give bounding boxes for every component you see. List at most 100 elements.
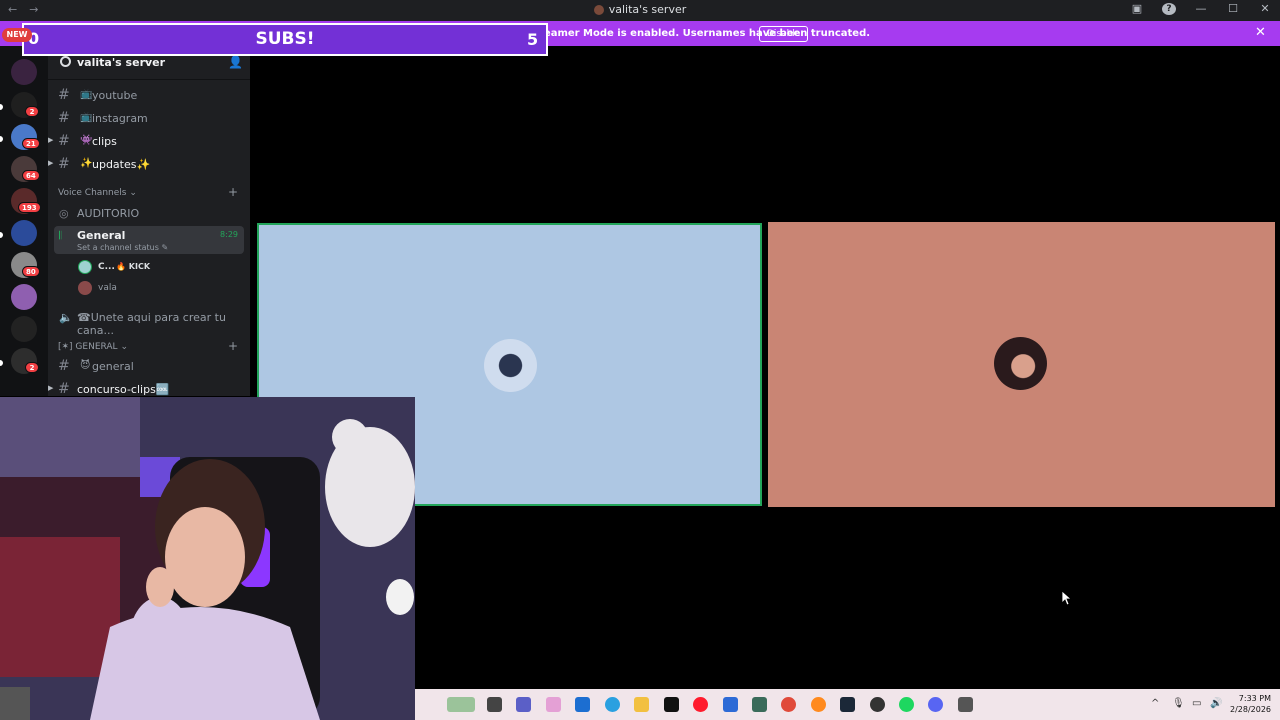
voice-channel-auditorio[interactable]: ◎ AUDITORIO <box>54 204 244 224</box>
file-icon[interactable] <box>487 697 502 712</box>
folder-icon[interactable] <box>634 697 649 712</box>
help-icon[interactable]: ? <box>1162 2 1176 15</box>
window-controls: ▣ ? — ☐ ✕ <box>1130 2 1272 15</box>
invite-people-icon[interactable]: 👤 <box>228 55 243 69</box>
voice-channel-create[interactable]: 🔈 ☎Unete aqui para crear tu cana... <box>54 308 244 337</box>
hash-icon: # <box>58 381 70 396</box>
server-badge: 21 <box>22 138 40 149</box>
clock[interactable]: 7:33 PM 2/28/2026 <box>1230 693 1271 715</box>
server-icon[interactable] <box>11 316 37 342</box>
edge-icon[interactable] <box>605 697 620 712</box>
server-avatar-icon <box>593 4 604 15</box>
banner-close-icon[interactable]: ✕ <box>1255 25 1266 40</box>
channel-general[interactable]: # 😈 general <box>52 356 244 376</box>
channel-instagram[interactable]: # 📺 instagram <box>52 108 244 128</box>
channel-label: instagram <box>92 112 148 125</box>
chevron-down-icon: ⌄ <box>120 342 128 352</box>
inbox-icon[interactable]: ▣ <box>1130 2 1144 15</box>
server-badge: 2 <box>25 362 39 373</box>
webcam-image <box>0 397 415 720</box>
webcam-feed <box>0 397 415 720</box>
user-tag-text: KICK <box>128 262 151 271</box>
tray-overflow-icon[interactable]: ^ <box>1151 698 1159 709</box>
window-title-text: valita's server <box>608 3 687 16</box>
voice-channel-label: AUDITORIO <box>77 207 140 220</box>
speaker-icon: 🔈 <box>59 311 73 324</box>
pencil-icon: ✎ <box>161 243 169 252</box>
disable-button[interactable]: Disable <box>759 26 809 42</box>
close-button[interactable]: ✕ <box>1258 2 1272 15</box>
microphone-icon[interactable]: 🎙 <box>1172 698 1185 709</box>
server-icon[interactable] <box>11 220 37 246</box>
opera-icon[interactable] <box>693 697 708 712</box>
voice-timer: 8:29 <box>220 230 238 239</box>
expand-arrow-icon[interactable]: ▶ <box>48 159 53 167</box>
server-badge: 193 <box>18 202 41 213</box>
new-badge: NEW <box>2 28 32 42</box>
channel-label: youtube <box>92 89 138 102</box>
server-name: valita's server <box>77 56 166 69</box>
banner-text: Streamer Mode is enabled. Usernames have… <box>527 28 871 39</box>
clock-time: 7:33 PM <box>1238 694 1272 703</box>
hash-icon: # <box>58 133 70 149</box>
store-icon[interactable] <box>575 697 590 712</box>
video-tile[interactable] <box>768 222 1275 507</box>
unread-pill <box>0 232 3 238</box>
expand-arrow-icon[interactable]: ▶ <box>48 136 53 144</box>
copilot-icon[interactable] <box>546 697 561 712</box>
channel-clips[interactable]: ▶ # 👾 clips <box>48 131 244 151</box>
channel-label: clips <box>92 135 117 148</box>
channel-status-prompt[interactable]: Set a channel status ✎ <box>77 243 168 252</box>
kick-icon: 🔥 <box>116 262 126 271</box>
tiktok-icon[interactable] <box>664 697 679 712</box>
title-bar: ← → valita's server ▣ ? — ☐ ✕ <box>0 0 1280 21</box>
app-icon[interactable] <box>958 697 973 712</box>
maximize-button[interactable]: ☐ <box>1226 2 1240 15</box>
general-category-header[interactable]: [✶] GENERAL ⌄ <box>58 342 128 352</box>
general-category-label: [✶] GENERAL <box>58 342 118 352</box>
subs-title: SUBS! <box>255 29 315 49</box>
voice-user[interactable]: vala <box>78 279 228 297</box>
channel-updates[interactable]: ▶ # ✨ updates✨ <box>48 154 244 174</box>
app-icon[interactable] <box>752 697 767 712</box>
forward-arrow-icon[interactable]: → <box>29 3 38 16</box>
hash-icon: # <box>58 156 70 172</box>
hash-icon: # <box>58 110 70 126</box>
chrome-icon[interactable] <box>781 697 796 712</box>
teams-icon[interactable] <box>516 697 531 712</box>
server-badge: 64 <box>22 170 40 181</box>
unread-pill <box>0 136 3 142</box>
voice-channel-general[interactable]: 𝄃 General Set a channel status ✎ 8:29 <box>54 226 244 254</box>
steam-icon[interactable] <box>840 697 855 712</box>
subs-right-count: 5 <box>527 30 539 49</box>
firefox-icon[interactable] <box>811 697 826 712</box>
globe-icon <box>60 56 71 67</box>
channel-label: general <box>92 360 134 373</box>
voice-user[interactable]: C... 🔥 KICK <box>78 258 228 276</box>
widgets-icon[interactable] <box>447 697 475 712</box>
voice-user-name: C... <box>98 262 115 272</box>
spotify-icon[interactable] <box>899 697 914 712</box>
chevron-down-icon: ⌄ <box>143 56 151 66</box>
stage-icon: ◎ <box>59 207 69 220</box>
add-voice-channel-icon[interactable]: + <box>228 185 238 199</box>
add-channel-icon[interactable]: + <box>228 339 238 353</box>
voice-category-header[interactable]: Voice Channels ⌄ <box>58 188 137 198</box>
volume-icon[interactable]: 🔊 <box>1210 698 1222 709</box>
network-icon[interactable]: ▭ <box>1192 698 1201 709</box>
channel-emoji: 😈 <box>80 360 91 371</box>
avatar <box>78 260 92 274</box>
channel-concurso-clips[interactable]: ▶ # concurso-clips🆒 <box>48 379 244 396</box>
discord-icon[interactable] <box>928 697 943 712</box>
channel-youtube[interactable]: # 📺 youtube <box>52 85 244 105</box>
expand-arrow-icon[interactable]: ▶ <box>48 384 53 392</box>
unread-pill <box>0 104 3 110</box>
obs-icon[interactable] <box>870 697 885 712</box>
back-arrow-icon[interactable]: ← <box>8 3 17 16</box>
window-title: valita's server <box>0 3 1280 16</box>
outlook-icon[interactable] <box>723 697 738 712</box>
server-icon[interactable] <box>11 284 37 310</box>
minimize-button[interactable]: — <box>1194 2 1208 15</box>
server-icon-blossom[interactable] <box>11 59 37 85</box>
nav-buttons: ← → <box>8 3 38 16</box>
